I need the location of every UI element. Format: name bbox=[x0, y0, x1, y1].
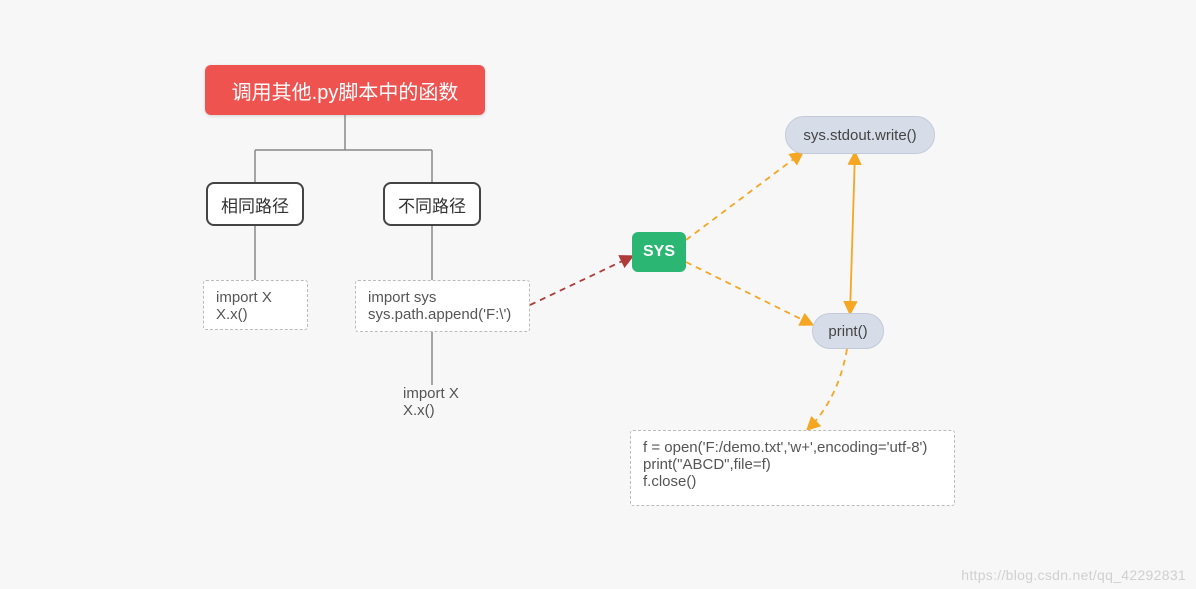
root-title: 调用其他.py脚本中的函数 bbox=[232, 76, 459, 105]
branch-diff-path: 不同路径 bbox=[383, 182, 481, 226]
watermark: https://blog.csdn.net/qq_42292831 bbox=[961, 567, 1186, 583]
sys-node: SYS bbox=[632, 232, 686, 272]
diff-path-code2: import X X.x() bbox=[403, 385, 513, 419]
stdout-node: sys.stdout.write() bbox=[785, 116, 935, 154]
diff-path-code1: import sys sys.path.append('F:\') bbox=[355, 280, 530, 332]
diagram-connectors bbox=[0, 0, 1196, 589]
branch-same-label: 相同路径 bbox=[221, 192, 289, 217]
branch-diff-label: 不同路径 bbox=[398, 192, 466, 217]
branch-same-path: 相同路径 bbox=[206, 182, 304, 226]
diff-path-code1-text: import sys sys.path.append('F:\') bbox=[368, 289, 511, 323]
same-path-code: import X X.x() bbox=[203, 280, 308, 330]
file-code-text: f = open('F:/demo.txt','w+',encoding='ut… bbox=[643, 439, 927, 490]
diff-path-code2-text: import X X.x() bbox=[403, 385, 459, 419]
file-code: f = open('F:/demo.txt','w+',encoding='ut… bbox=[630, 430, 955, 506]
root-node: 调用其他.py脚本中的函数 bbox=[205, 65, 485, 115]
same-path-code-text: import X X.x() bbox=[216, 289, 272, 323]
stdout-label: sys.stdout.write() bbox=[803, 127, 916, 144]
sys-label: SYS bbox=[643, 243, 675, 261]
print-label: print() bbox=[828, 323, 867, 340]
print-node: print() bbox=[812, 313, 884, 349]
